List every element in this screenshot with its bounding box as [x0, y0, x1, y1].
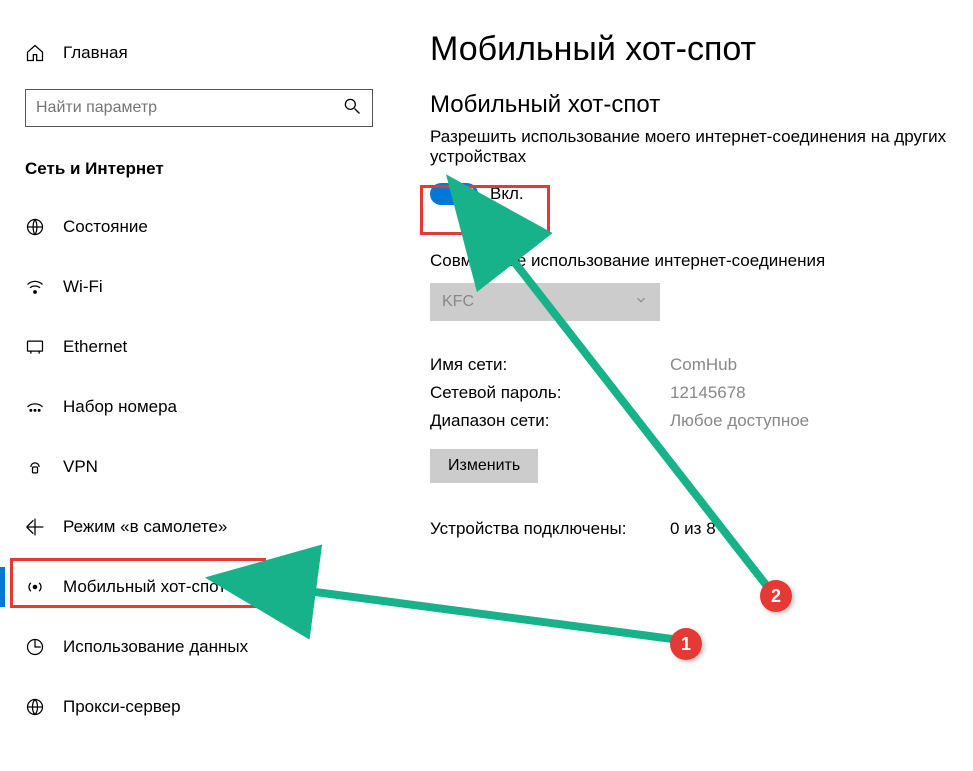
sidebar-item-label: Использование данных [63, 637, 248, 657]
network-name-value: ComHub [670, 355, 737, 375]
hotspot-toggle[interactable] [430, 183, 478, 205]
home-link[interactable]: Главная [0, 35, 400, 71]
network-name-label: Имя сети: [430, 355, 670, 375]
hotspot-icon [25, 577, 53, 597]
sidebar-item-vpn[interactable]: VPN [0, 437, 400, 497]
share-label: Совместное использование интернет-соедин… [430, 251, 953, 271]
network-info: Имя сети: ComHub Сетевой пароль: 1214567… [430, 355, 953, 483]
wifi-icon [25, 277, 53, 297]
section-title: Сеть и Интернет [0, 147, 400, 197]
devices-label: Устройства подключены: [430, 519, 670, 539]
sidebar-item-label: Режим «в самолете» [63, 517, 227, 537]
search-input[interactable] [36, 99, 342, 117]
annotation-marker-2: 2 [760, 580, 792, 612]
sidebar-item-label: Прокси-сервер [63, 697, 181, 717]
password-value: 12145678 [670, 383, 746, 403]
vpn-icon [25, 457, 53, 477]
sidebar-item-wifi[interactable]: Wi-Fi [0, 257, 400, 317]
sidebar-item-airplane[interactable]: Режим «в самолете» [0, 497, 400, 557]
home-icon [25, 43, 53, 63]
toggle-label: Вкл. [490, 184, 524, 204]
sidebar-item-label: VPN [63, 457, 98, 477]
sidebar-item-label: Мобильный хот-спот [63, 577, 226, 597]
hotspot-toggle-row: Вкл. [430, 177, 953, 211]
sidebar-item-proxy[interactable]: Прокси-сервер [0, 677, 400, 737]
band-label: Диапазон сети: [430, 411, 670, 431]
sidebar-item-label: Wi-Fi [63, 277, 103, 297]
proxy-icon [25, 697, 53, 717]
sidebar-item-datausage[interactable]: Использование данных [0, 617, 400, 677]
devices-row: Устройства подключены: 0 из 8 [430, 519, 953, 539]
page-title: Мобильный хот-спот [430, 30, 953, 69]
status-icon [25, 217, 53, 237]
home-label: Главная [63, 43, 128, 63]
sidebar-item-status[interactable]: Состояние [0, 197, 400, 257]
dropdown-value: KFC [442, 293, 474, 311]
dialup-icon [25, 397, 53, 417]
ethernet-icon [25, 337, 53, 357]
edit-button[interactable]: Изменить [430, 449, 538, 483]
subtitle: Мобильный хот-спот [430, 91, 953, 119]
datausage-icon [25, 637, 53, 657]
sidebar-item-hotspot[interactable]: Мобильный хот-спот [0, 557, 400, 617]
search-icon [342, 96, 362, 121]
sidebar-item-dialup[interactable]: Набор номера [0, 377, 400, 437]
description: Разрешить использование моего интернет-с… [430, 127, 953, 167]
sidebar-item-label: Ethernet [63, 337, 127, 357]
password-label: Сетевой пароль: [430, 383, 670, 403]
band-value: Любое доступное [670, 411, 809, 431]
sidebar: Главная Сеть и Интернет Состояние Wi-Fi [0, 0, 400, 771]
airplane-icon [25, 517, 53, 537]
sidebar-item-label: Набор номера [63, 397, 177, 417]
devices-value: 0 из 8 [670, 519, 716, 539]
sidebar-item-ethernet[interactable]: Ethernet [0, 317, 400, 377]
chevron-down-icon [634, 293, 648, 312]
annotation-marker-1: 1 [670, 628, 702, 660]
search-box[interactable] [25, 89, 373, 127]
sidebar-item-label: Состояние [63, 217, 148, 237]
connection-dropdown[interactable]: KFC [430, 283, 660, 321]
